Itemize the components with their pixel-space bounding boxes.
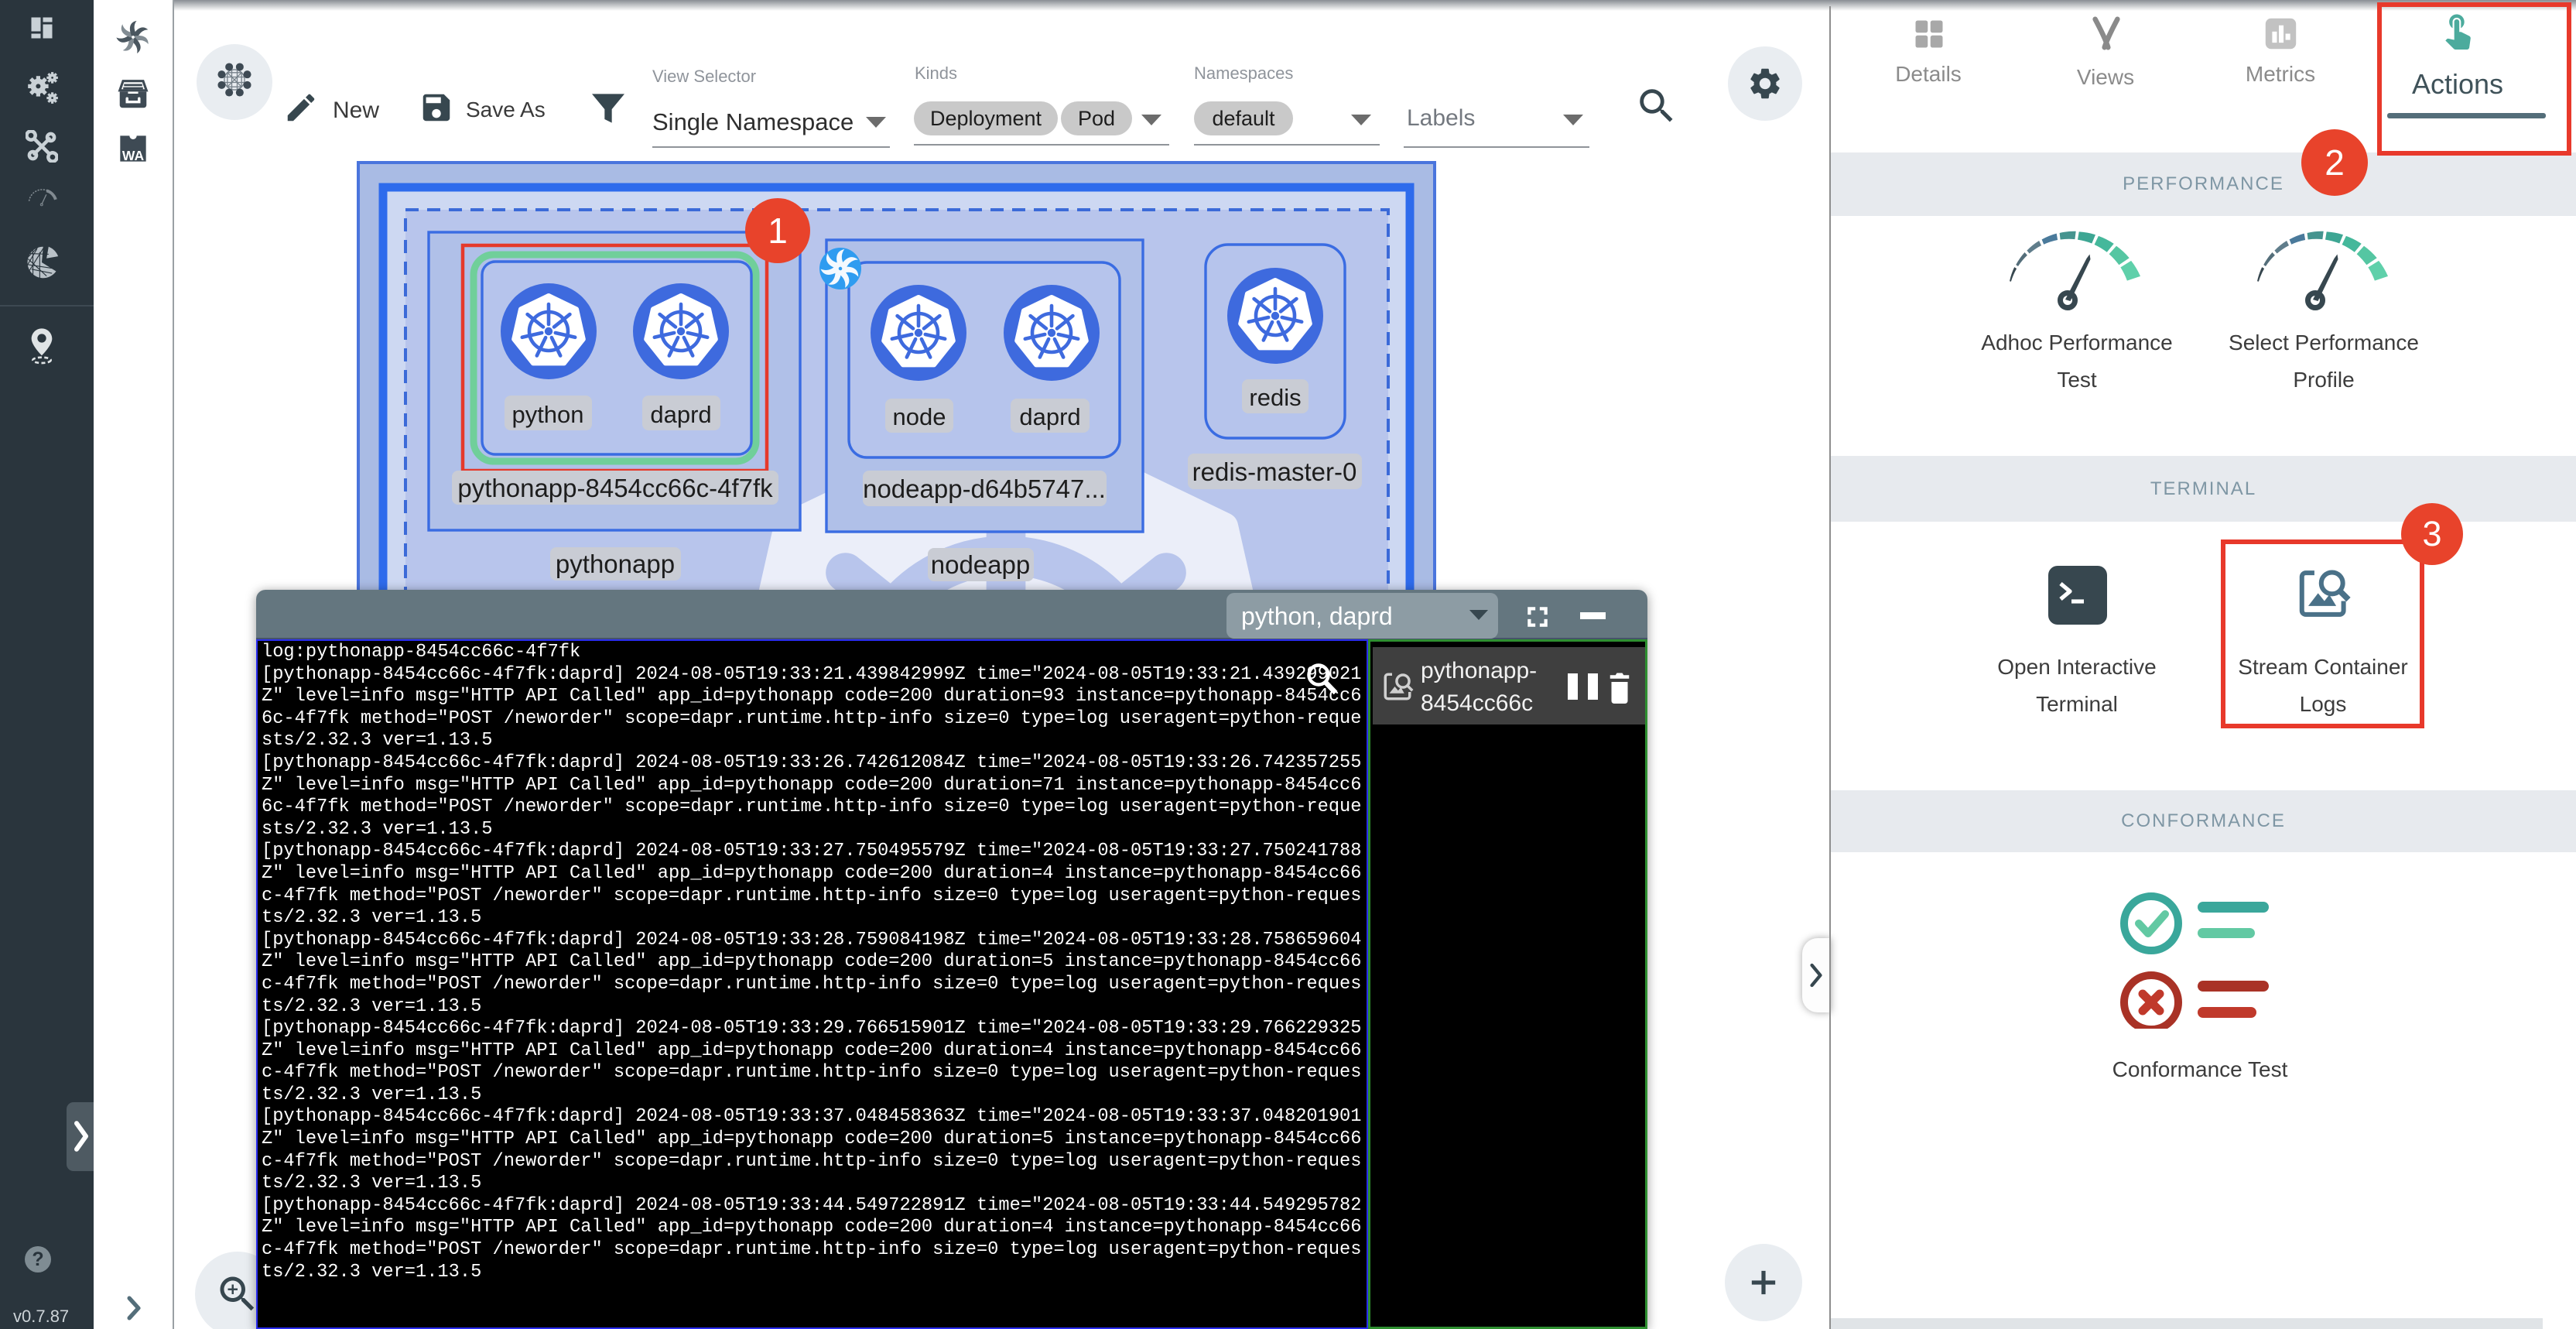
svg-text:WA: WA <box>122 148 145 163</box>
svg-text:nodeapp: nodeapp <box>931 550 1030 579</box>
svg-text:redis-master-0: redis-master-0 <box>1192 457 1357 486</box>
svg-text:nodeapp-d64b5747...: nodeapp-d64b5747... <box>863 474 1106 503</box>
svg-text:redis: redis <box>1249 384 1301 411</box>
svg-text:daprd: daprd <box>1019 403 1080 430</box>
svg-text:pythonapp: pythonapp <box>556 550 675 578</box>
svg-text:daprd: daprd <box>650 401 711 428</box>
svg-text:node: node <box>893 403 946 430</box>
svg-text:python: python <box>511 401 583 428</box>
svg-text:pythonapp-8454cc66c-4f7fk: pythonapp-8454cc66c-4f7fk <box>457 474 773 502</box>
